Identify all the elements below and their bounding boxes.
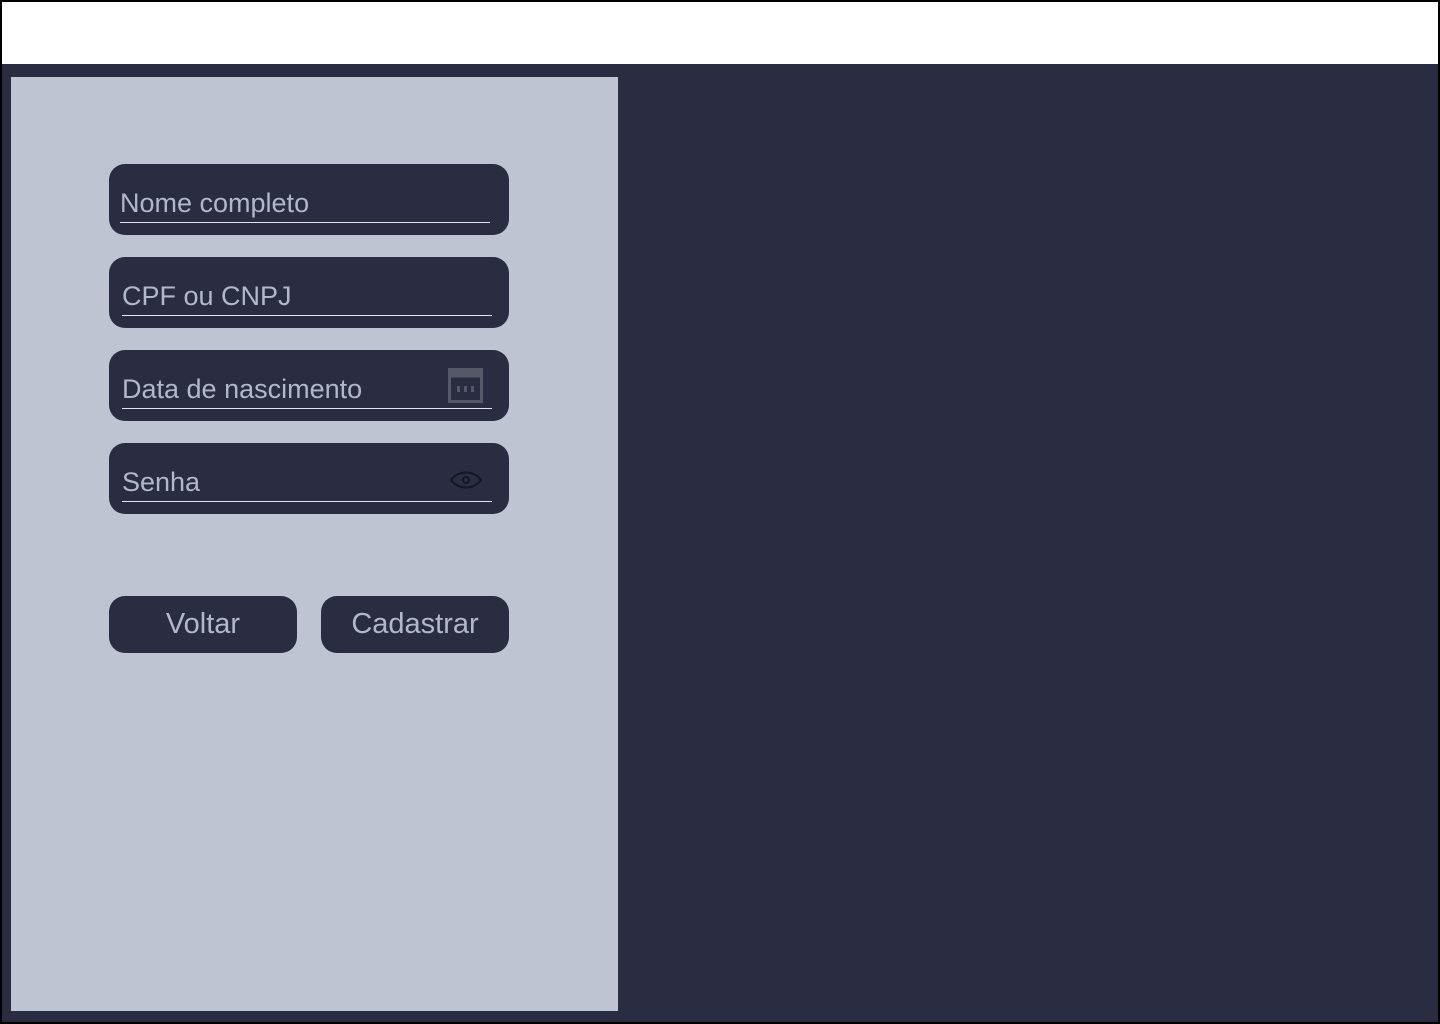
cpf-cnpj-underline [122,315,492,316]
back-button[interactable]: Voltar [109,596,297,653]
app-frame: Nome completo CPF ou CNPJ Data de nascim… [0,0,1440,1024]
birth-date-placeholder: Data de nascimento [122,374,363,404]
cpf-cnpj-field[interactable]: CPF ou CNPJ [109,257,509,328]
password-placeholder: Senha [122,467,201,497]
eye-icon[interactable] [449,469,483,491]
calendar-icon[interactable] [448,368,483,403]
top-bar [2,2,1438,64]
birth-date-underline [122,408,492,409]
birth-date-field[interactable]: Data de nascimento [109,350,509,421]
password-underline [122,501,492,502]
register-button[interactable]: Cadastrar [321,596,509,653]
password-field[interactable]: Senha [109,443,509,514]
signup-panel: Nome completo CPF ou CNPJ Data de nascim… [11,77,618,1011]
full-name-placeholder: Nome completo [120,188,310,218]
full-name-underline [120,222,490,223]
cpf-cnpj-placeholder: CPF ou CNPJ [122,281,292,311]
full-name-field[interactable]: Nome completo [109,164,509,235]
